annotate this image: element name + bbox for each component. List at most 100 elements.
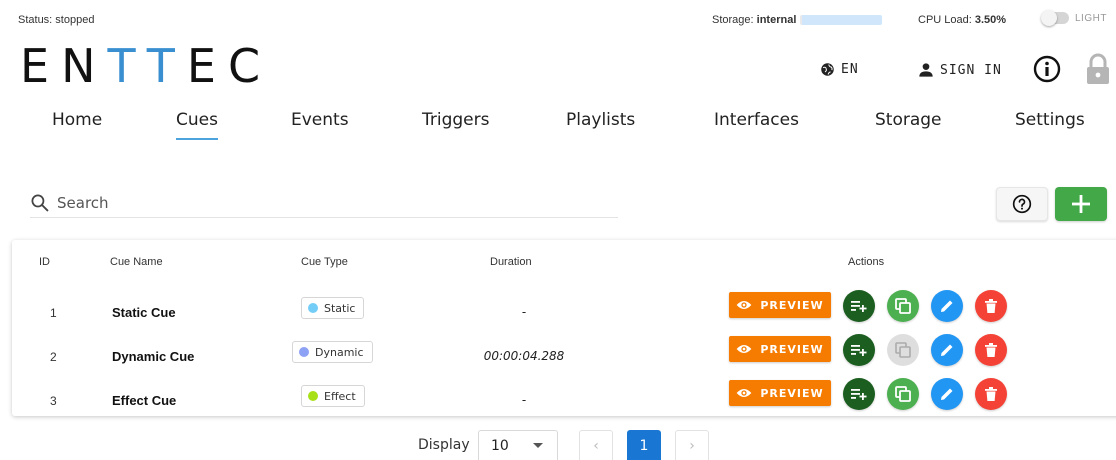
trash-icon	[985, 387, 997, 401]
enttec-logo: ENTTEC	[20, 38, 272, 94]
lock-icon	[1087, 53, 1109, 84]
cpu-label: CPU Load:	[918, 14, 975, 26]
pencil-icon	[941, 300, 953, 312]
theme-label: LIGHT	[1075, 12, 1107, 24]
pencil-icon	[941, 344, 953, 356]
add-to-playlist-button[interactable]	[843, 334, 875, 366]
edit-button[interactable]	[931, 290, 963, 322]
eye-icon	[737, 345, 752, 353]
type-dot	[308, 391, 318, 401]
info-button[interactable]	[1033, 55, 1061, 87]
copy-icon	[895, 342, 911, 358]
header-cue-type: Cue Type	[301, 256, 348, 268]
cue-type-chip: Effect	[301, 385, 365, 407]
preview-button[interactable]: PREVIEW	[729, 380, 831, 406]
page-size-select[interactable]: 10	[478, 430, 558, 460]
tab-storage[interactable]: Storage	[875, 110, 942, 138]
chevron-left-icon: ‹	[593, 437, 599, 454]
cue-id: 1	[50, 306, 57, 320]
status-label: Status:	[18, 14, 56, 26]
status-value: stopped	[55, 14, 95, 26]
delete-button[interactable]	[975, 290, 1007, 322]
tab-settings[interactable]: Settings	[1015, 110, 1085, 138]
storage-value: internal	[756, 14, 797, 26]
cue-duration: -	[521, 305, 527, 319]
add-to-playlist-button[interactable]	[843, 378, 875, 410]
copy-icon	[895, 386, 911, 402]
lock-button[interactable]	[1085, 53, 1111, 89]
cues-table: ID Cue Name Cue Type Duration Actions 1 …	[12, 240, 1116, 416]
header-duration: Duration	[490, 256, 532, 268]
trash-icon	[985, 343, 997, 357]
pencil-icon	[941, 388, 953, 400]
tab-home[interactable]: Home	[52, 110, 102, 138]
table-row: 1 Static Cue Static - PREVIEW	[12, 290, 1116, 336]
logo-text-2: TT	[107, 39, 187, 93]
type-dot	[299, 347, 309, 357]
add-to-playlist-button[interactable]	[843, 290, 875, 322]
page-button-current[interactable]: 1	[627, 430, 661, 460]
globe-icon	[821, 63, 834, 76]
logo-text-3: EC	[186, 39, 273, 93]
cpu-load-indicator: CPU Load: 3.50%	[918, 14, 1006, 26]
type-dot	[308, 303, 318, 313]
plus-icon	[1072, 195, 1090, 213]
storage-indicator: Storage: internal	[712, 14, 883, 26]
copy-button-disabled	[887, 334, 919, 366]
info-icon	[1033, 55, 1061, 83]
search-input[interactable]	[57, 193, 597, 212]
delete-button[interactable]	[975, 334, 1007, 366]
playlist-add-icon	[851, 301, 867, 312]
cue-type-chip: Dynamic	[292, 341, 373, 363]
cpu-value: 3.50%	[974, 14, 1007, 26]
eye-icon	[737, 301, 752, 309]
tab-cues[interactable]: Cues	[176, 110, 218, 140]
cue-id: 3	[50, 394, 57, 408]
theme-toggle-track[interactable]	[1041, 10, 1069, 26]
person-icon	[919, 63, 933, 77]
tab-playlists[interactable]: Playlists	[566, 110, 635, 138]
theme-toggle-thumb[interactable]	[1041, 10, 1057, 26]
main-navigation: Home Cues Events Triggers Playlists Inte…	[0, 110, 1116, 144]
cue-type-chip: Static	[301, 297, 365, 319]
header-id: ID	[39, 256, 50, 268]
chevron-right-icon: ›	[689, 437, 695, 454]
copy-button[interactable]	[887, 378, 919, 410]
cue-name: Dynamic Cue	[112, 349, 195, 364]
add-cue-button[interactable]	[1055, 187, 1107, 221]
cue-duration: 00:00:04.288	[483, 349, 565, 363]
next-page-button[interactable]: ›	[675, 430, 709, 460]
playlist-add-icon	[851, 345, 867, 356]
prev-page-button[interactable]: ‹	[579, 430, 613, 460]
header-actions: Actions	[848, 256, 885, 268]
edit-button[interactable]	[931, 334, 963, 366]
question-icon	[1012, 194, 1032, 214]
tab-interfaces[interactable]: Interfaces	[714, 110, 799, 138]
status-indicator: Status: stopped	[18, 14, 94, 26]
theme-toggle[interactable]: LIGHT	[1041, 10, 1107, 26]
storage-label: Storage:	[712, 14, 757, 26]
preview-button[interactable]: PREVIEW	[729, 292, 831, 318]
copy-button[interactable]	[887, 290, 919, 322]
search-icon	[31, 194, 49, 212]
search-bar	[30, 188, 618, 218]
cue-type-label: Static	[324, 301, 356, 315]
tab-events[interactable]: Events	[291, 110, 349, 138]
language-button[interactable]: EN	[820, 62, 859, 77]
caret-down-icon	[533, 443, 543, 448]
sign-in-label: SIGN IN	[940, 62, 1002, 78]
display-label: Display	[418, 437, 470, 453]
cue-duration: -	[521, 393, 527, 407]
logo-text-1: EN	[20, 39, 108, 93]
storage-usage-bar	[800, 15, 883, 25]
trash-icon	[985, 299, 997, 313]
preview-button[interactable]: PREVIEW	[729, 336, 831, 362]
help-button[interactable]	[996, 187, 1048, 221]
edit-button[interactable]	[931, 378, 963, 410]
delete-button[interactable]	[975, 378, 1007, 410]
sign-in-button[interactable]: SIGN IN	[918, 62, 1002, 78]
cue-type-label: Effect	[324, 389, 356, 403]
tab-triggers[interactable]: Triggers	[422, 110, 490, 138]
cue-type-label: Dynamic	[315, 345, 364, 359]
cue-name: Static Cue	[112, 305, 176, 320]
